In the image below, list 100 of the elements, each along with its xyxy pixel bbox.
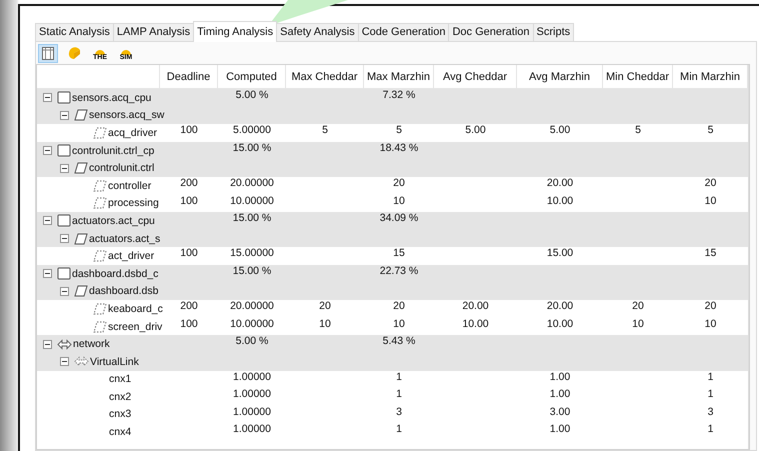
tab[interactable]: Timing Analysis [193,21,278,42]
collapse-icon[interactable] [43,146,52,156]
parallelogram-icon [74,109,88,122]
tree-item[interactable]: keaboard_c [108,302,163,315]
double-arrow-icon [57,338,72,350]
dashed-parallelogram-icon [93,180,107,192]
table-cell: 1.00 [550,370,570,382]
collapse-icon[interactable] [60,164,69,173]
collapse-icon[interactable] [60,110,69,120]
tree-item[interactable]: cnx3 [109,408,132,420]
table-cell: 1 [708,370,714,382]
table-cell: 22.73 % [380,264,418,277]
table-cell: 100 [180,124,198,136]
table-cell: 20.00 [546,300,574,312]
table-cell: 20 [704,300,716,312]
collapse-icon[interactable] [43,340,52,349]
table-cell: 20 [704,176,716,189]
table-cell: 5 [635,124,641,136]
table-cell: 20 [393,176,405,189]
table-cell: 10 [319,318,331,330]
table-cell: 1 [396,388,402,400]
table-cell: 5 [322,124,328,136]
table-cell: 20.00 [546,176,574,189]
table-cell: 1.00000 [233,406,271,418]
tree-item[interactable]: cnx2 [109,390,132,403]
table-cell: 15 [393,247,405,260]
column-header[interactable]: Max Marzhin [364,65,434,88]
tree-item[interactable]: screen_driv [108,320,162,333]
dashed-double-arrow-icon [74,356,89,368]
table-cell: 7.32 % [382,89,416,101]
table-cell: 5.00 [550,124,570,136]
table-cell: 1.00000 [233,423,271,436]
table-view-button[interactable] [38,44,58,62]
column-header[interactable]: Avg Cheddar [434,65,517,88]
table-cell: 18.43 % [380,142,418,154]
collapse-icon[interactable] [60,357,69,366]
tree-item[interactable]: sensors.acq_sw [89,109,164,122]
table-cell: 3 [708,406,714,418]
table-cell: 10 [704,194,716,207]
tree-item[interactable]: VirtualLink [90,356,139,368]
tab[interactable]: Scripts [532,23,574,41]
tab[interactable]: Safety Analysis [276,23,359,41]
table-cell: 20 [393,300,405,312]
tree-item[interactable]: cnx4 [109,426,132,438]
tree-item[interactable]: dashboard.dsb [89,285,158,298]
column-header[interactable]: Deadline [160,65,218,88]
table-cell: 10 [393,194,405,207]
table-cell: 5.43 % [382,335,416,348]
table-cell: 100 [180,247,198,260]
collapse-icon[interactable] [43,269,52,278]
tree-item[interactable]: acq_driver [108,126,158,139]
table-cell: 1 [396,370,402,382]
box-icon [57,91,71,104]
table-cell: 10.00 [546,318,574,330]
tab[interactable]: Static Analysis [35,23,114,41]
dashed-parallelogram-icon [93,320,107,333]
table-cell: 10 [704,318,716,330]
tab[interactable]: Code Generation [358,23,450,41]
table-cell: 1 [708,423,714,436]
tree-item[interactable]: actuators.act_s [89,232,160,245]
column-header[interactable]: Computed [218,65,286,88]
column-header[interactable]: Min Cheddar [603,65,673,88]
box-icon [57,214,71,228]
collapse-icon[interactable] [43,93,52,102]
table-cell: 10 [393,318,405,330]
table-cell: 15.00 % [232,264,272,277]
table-cell: 100 [180,194,198,207]
table-cell: 3 [396,406,402,418]
tree-item[interactable]: cnx1 [109,373,132,386]
table-cell: 1.00 [550,423,570,436]
table-cell: 5.00 % [236,89,268,101]
tree-item[interactable]: processing [108,197,159,210]
tab[interactable]: Doc Generation [448,23,534,41]
tab[interactable]: LAMP Analysis [112,23,194,41]
table-cell: 15 [704,247,716,260]
collapse-icon[interactable] [60,286,69,296]
dashed-parallelogram-icon [93,197,107,210]
table-cell: 15.00 % [232,212,272,224]
parallelogram-icon [74,285,88,298]
table-cell: 10.00 [546,194,574,207]
table-cell: 200 [180,300,198,312]
tree-item[interactable]: sensors.acq_cpu [72,92,152,104]
collapse-icon[interactable] [60,234,69,244]
tree-item[interactable]: act_driver [108,250,154,262]
tree-item[interactable]: controller [108,180,152,192]
column-header[interactable]: Avg Marzhin [517,65,603,88]
tree-item[interactable]: network [73,338,110,350]
table-cell: 5 [396,124,402,136]
table-cell: 20 [632,300,644,312]
dashed-parallelogram-icon [93,126,107,139]
column-header[interactable]: Max Cheddar [286,65,364,88]
table-cell: 5.00000 [233,124,271,136]
table-cell: 1 [396,423,402,436]
table-cell: 10.00000 [230,318,274,330]
tree-item[interactable]: controlunit.ctrl [89,162,154,174]
tree-item[interactable]: controlunit.ctrl_cp [72,144,154,157]
tree-item[interactable]: dashboard.dsbd_c [72,268,158,280]
tree-item[interactable]: actuators.act_cpu [72,214,155,227]
collapse-icon[interactable] [43,216,52,226]
table-cell: 1 [708,388,714,400]
